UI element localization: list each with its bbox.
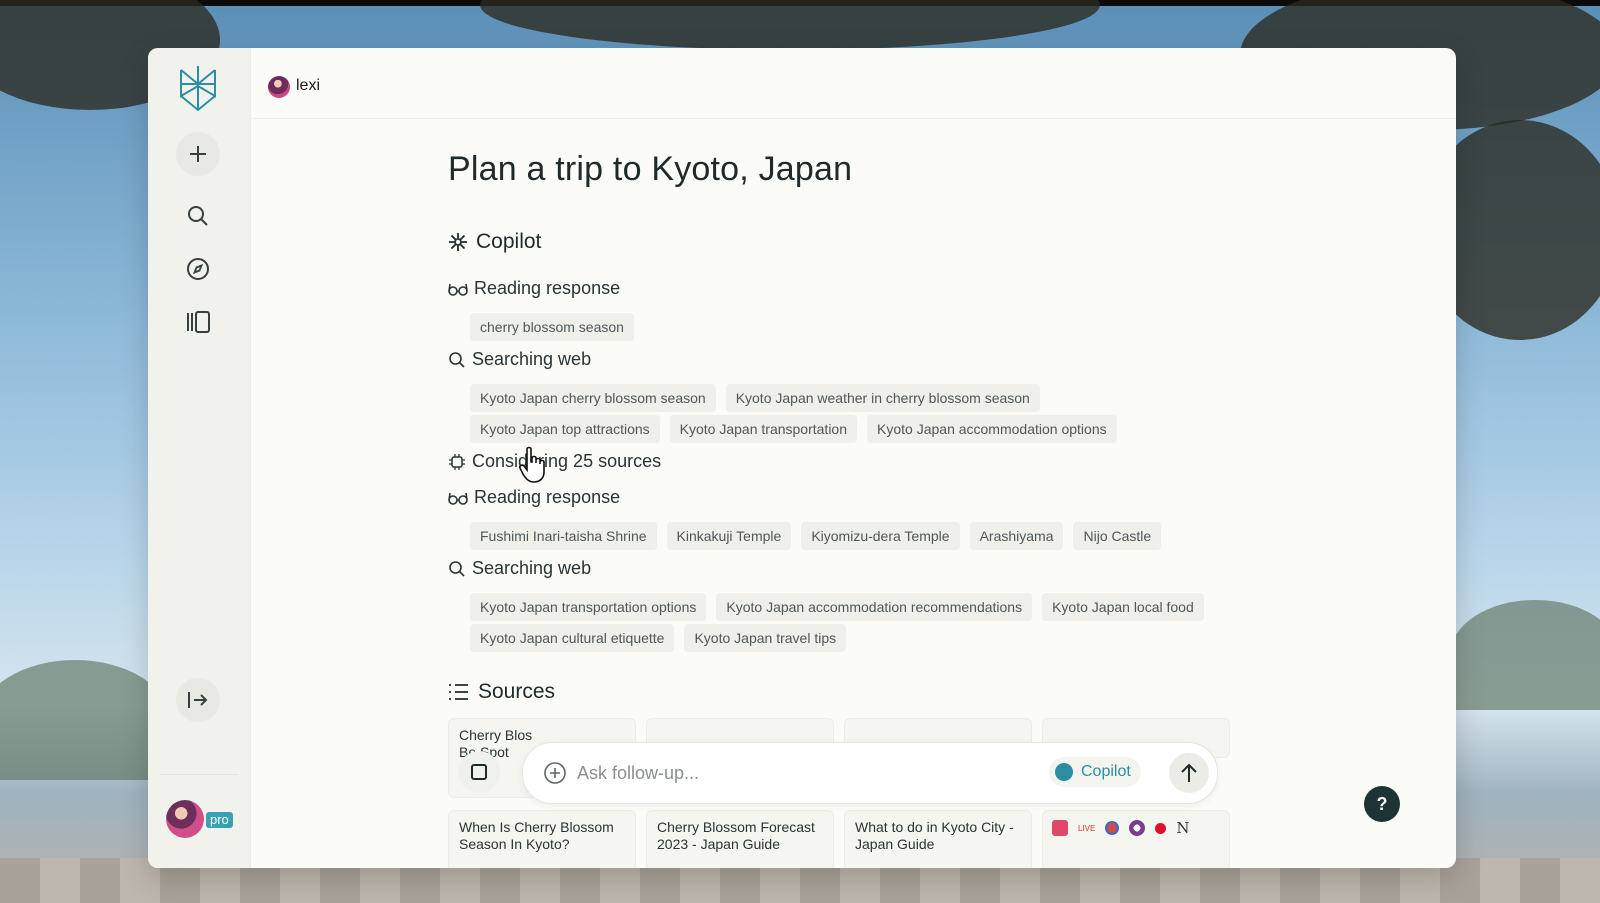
query-chip[interactable]: Kyoto Japan accommodation recommendation…	[716, 593, 1033, 621]
source-card[interactable]: Cherry Blossom Forecast 2023 - Japan Gui…	[646, 810, 834, 868]
query-chip[interactable]: Kyoto Japan cherry blossom season	[470, 384, 716, 412]
step-reading-response: Reading response	[448, 487, 620, 508]
attach-plus-icon[interactable]	[543, 761, 567, 785]
query-chip[interactable]: Kyoto Japan local food	[1042, 593, 1204, 621]
background-tree	[480, 0, 1100, 50]
toggle-knob	[1055, 763, 1073, 781]
globe-favicon-icon	[1129, 820, 1146, 836]
query-chip[interactable]: cherry blossom season	[470, 313, 634, 341]
copilot-heading-label: Copilot	[476, 230, 542, 253]
search-icon	[449, 560, 465, 577]
step-label: Reading response	[474, 278, 621, 298]
n-favicon-icon: N	[1176, 819, 1190, 837]
chip-row: Kyoto Japan top attractions Kyoto Japan …	[470, 415, 1117, 443]
chip-ai-icon	[449, 453, 465, 470]
badge-favicon-icon	[1105, 821, 1120, 835]
step-searching-web: Searching web	[448, 558, 591, 579]
source-card-title: Cherry Blossom Forecast 2023 - Japan Gui…	[657, 819, 815, 852]
step-searching-web: Searching web	[448, 349, 591, 370]
send-button[interactable]	[1169, 753, 1209, 793]
query-chip[interactable]: Kiyomizu-dera Temple	[801, 522, 960, 550]
user-avatar[interactable]	[166, 800, 204, 838]
page-title: Plan a trip to Kyoto, Japan	[448, 150, 853, 188]
source-card-title: When Is Cherry Blossom Season In Kyoto?	[459, 819, 614, 852]
query-chip[interactable]: Kyoto Japan weather in cherry blossom se…	[725, 384, 1040, 412]
plus-icon	[190, 146, 206, 162]
chip-row: cherry blossom season	[470, 313, 634, 341]
chip-row: Fushimi Inari-taisha Shrine Kinkakuji Te…	[470, 522, 1162, 550]
copilot-toggle[interactable]: Copilot	[1049, 757, 1141, 787]
query-chip[interactable]: Arashiyama	[969, 522, 1064, 550]
sidebar: pro	[148, 48, 251, 868]
collapse-sidebar-button[interactable]	[176, 678, 220, 722]
live-favicon-icon: LIVE	[1078, 823, 1096, 833]
query-chip[interactable]: Nijo Castle	[1073, 522, 1162, 550]
copilot-toggle-label: Copilot	[1081, 763, 1131, 780]
sources-list-icon	[449, 684, 468, 700]
header-user-name: lexi	[296, 77, 321, 94]
chip-row: Kyoto Japan transportation options Kyoto…	[470, 593, 1204, 621]
new-thread-button[interactable]	[176, 132, 220, 176]
source-card[interactable]: When Is Cherry Blossom Season In Kyoto?	[448, 810, 636, 868]
background-hill	[0, 660, 170, 780]
expand-arrow-icon	[188, 692, 208, 708]
search-icon	[188, 206, 208, 226]
sources-heading: Sources	[448, 680, 555, 704]
background-hill	[1450, 600, 1600, 710]
library-icon	[187, 311, 210, 333]
library-button[interactable]	[176, 300, 220, 344]
chip-row: Kyoto Japan cultural etiquette Kyoto Jap…	[470, 624, 847, 652]
step-label: Searching web	[472, 349, 592, 369]
step-label: Searching web	[472, 558, 592, 578]
step-label: Considering 25 sources	[472, 451, 662, 471]
search-button[interactable]	[176, 194, 220, 238]
discover-button[interactable]	[176, 247, 220, 291]
source-card[interactable]: What to do in Kyoto City - Japan Guide	[844, 810, 1032, 868]
app-window: pro lexi Plan a trip to Kyoto, Japan Cop…	[148, 48, 1456, 868]
query-chip[interactable]: Fushimi Inari-taisha Shrine	[470, 522, 657, 550]
glasses-icon	[448, 283, 468, 296]
help-button[interactable]: ?	[1364, 786, 1400, 822]
sources-heading-label: Sources	[478, 680, 556, 703]
ask-followup-bar: Ask follow-up... Copilot	[522, 742, 1218, 804]
red-dot-favicon-icon	[1155, 822, 1167, 834]
app-logo-icon[interactable]	[177, 64, 219, 112]
query-chip[interactable]: Kyoto Japan top attractions	[470, 415, 660, 443]
query-chip[interactable]: Kyoto Japan accommodation options	[867, 415, 1117, 443]
stop-square-icon	[471, 764, 487, 780]
step-label: Reading response	[474, 487, 621, 507]
compass-icon	[187, 258, 209, 280]
ask-followup-input[interactable]: Ask follow-up...	[577, 763, 699, 784]
search-icon	[449, 351, 465, 368]
stop-generation-button[interactable]	[458, 751, 500, 793]
query-chip[interactable]: Kyoto Japan cultural etiquette	[470, 624, 675, 652]
source-card-title: What to do in Kyoto City - Japan Guide	[855, 819, 1014, 852]
query-chip[interactable]: Kyoto Japan transportation	[669, 415, 858, 443]
header-avatar	[268, 76, 290, 98]
copilot-sparkle-icon	[449, 233, 467, 251]
k-favicon-icon	[1052, 820, 1068, 836]
step-reading-response: Reading response	[448, 278, 620, 299]
sidebar-divider	[160, 774, 238, 775]
query-chip[interactable]: Kyoto Japan transportation options	[470, 593, 707, 621]
step-considering-sources: Considering 25 sources	[448, 451, 661, 472]
query-chip[interactable]: Kinkakuji Temple	[666, 522, 792, 550]
query-chip[interactable]: Kyoto Japan travel tips	[684, 624, 847, 652]
copilot-heading: Copilot	[448, 230, 541, 254]
hand-cursor-icon	[519, 446, 545, 483]
source-favicons: LIVE N	[1052, 819, 1189, 837]
glasses-icon	[448, 492, 468, 505]
pro-badge: pro	[206, 812, 233, 828]
chip-row: Kyoto Japan cherry blossom season Kyoto …	[470, 384, 1040, 412]
arrow-up-icon	[1181, 763, 1197, 782]
